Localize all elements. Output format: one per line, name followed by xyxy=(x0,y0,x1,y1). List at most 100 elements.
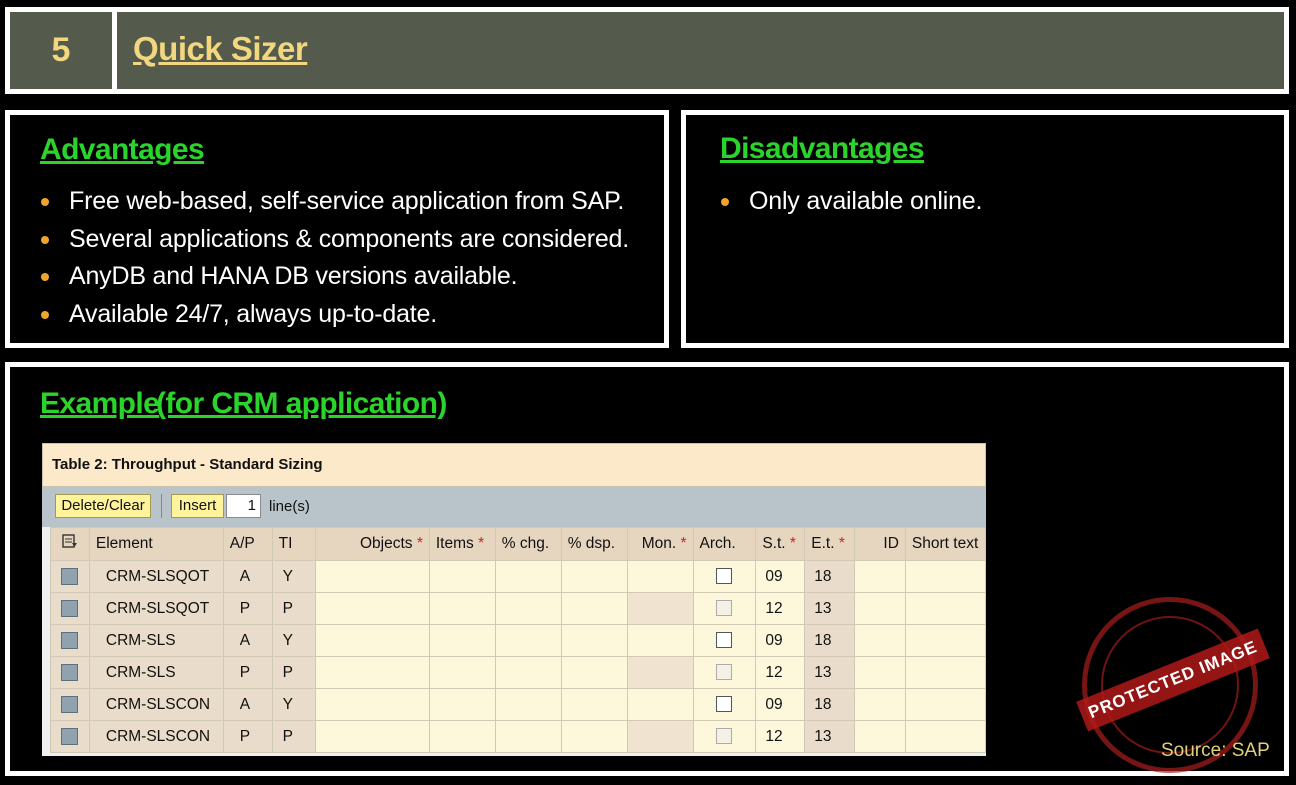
items-cell[interactable] xyxy=(428,720,496,753)
ti-cell: P xyxy=(271,720,317,753)
throughput-grid: Element A/P TI Objects * Items * % chg. … xyxy=(50,527,986,753)
pct-chg-cell[interactable] xyxy=(494,688,562,721)
end-time-cell[interactable]: 13 xyxy=(804,592,856,625)
pct-dsp-cell[interactable] xyxy=(560,656,628,689)
col-objects[interactable]: Objects * xyxy=(315,527,430,561)
insert-button[interactable]: Insert xyxy=(171,494,224,518)
element-cell: CRM-SLS xyxy=(88,656,224,689)
end-time-cell[interactable]: 18 xyxy=(804,688,856,721)
arch-cell[interactable] xyxy=(692,560,757,593)
objects-cell[interactable] xyxy=(315,592,430,625)
items-cell[interactable] xyxy=(428,560,496,593)
select-all-icon[interactable] xyxy=(50,527,90,561)
row-selector-icon[interactable] xyxy=(61,631,79,649)
col-short-text[interactable]: Short text xyxy=(904,527,986,561)
example-subtitle: (for CRM application) xyxy=(156,387,447,420)
arch-cell[interactable] xyxy=(692,624,757,657)
archive-checkbox[interactable] xyxy=(716,632,733,649)
end-time-cell[interactable]: 18 xyxy=(804,624,856,657)
short-text-cell[interactable] xyxy=(904,560,986,593)
header-row: Element A/P TI Objects * Items * % chg. … xyxy=(50,527,986,561)
pct-chg-cell[interactable] xyxy=(494,624,562,657)
objects-cell[interactable] xyxy=(315,560,430,593)
start-time-cell[interactable]: 09 xyxy=(755,624,806,657)
pct-dsp-cell[interactable] xyxy=(560,560,628,593)
pct-chg-cell[interactable] xyxy=(494,720,562,753)
pct-dsp-cell[interactable] xyxy=(560,688,628,721)
pct-dsp-cell[interactable] xyxy=(560,720,628,753)
items-cell[interactable] xyxy=(428,624,496,657)
ap-cell: A xyxy=(222,560,273,593)
col-pct-chg[interactable]: % chg. xyxy=(494,527,562,561)
row-selector-icon[interactable] xyxy=(61,695,79,713)
id-cell[interactable] xyxy=(854,688,906,721)
row-select[interactable] xyxy=(50,720,90,753)
items-cell[interactable] xyxy=(428,656,496,689)
row-selector-icon[interactable] xyxy=(61,727,79,745)
start-time-cell[interactable]: 12 xyxy=(755,720,806,753)
archive-checkbox[interactable] xyxy=(716,568,733,585)
arch-cell[interactable] xyxy=(692,688,757,721)
start-time-cell[interactable]: 09 xyxy=(755,560,806,593)
col-pct-dsp[interactable]: % dsp. xyxy=(560,527,628,561)
row-select[interactable] xyxy=(50,592,90,625)
pct-dsp-cell[interactable] xyxy=(560,624,628,657)
mon-cell xyxy=(626,656,694,689)
short-text-cell[interactable] xyxy=(904,656,986,689)
example-title: Example xyxy=(40,387,160,420)
objects-cell[interactable] xyxy=(315,656,430,689)
ap-cell: A xyxy=(222,688,273,721)
items-cell[interactable] xyxy=(428,688,496,721)
archive-checkbox xyxy=(716,728,733,745)
col-arch[interactable]: Arch. xyxy=(692,527,757,561)
short-text-cell[interactable] xyxy=(904,688,986,721)
items-cell[interactable] xyxy=(428,592,496,625)
id-cell[interactable] xyxy=(854,624,906,657)
col-st[interactable]: S.t. * xyxy=(755,527,806,561)
end-time-cell[interactable]: 13 xyxy=(804,720,856,753)
row-select[interactable] xyxy=(50,624,90,657)
row-select[interactable] xyxy=(50,688,90,721)
objects-cell[interactable] xyxy=(315,688,430,721)
id-cell[interactable] xyxy=(854,592,906,625)
mon-cell[interactable] xyxy=(626,688,694,721)
pct-dsp-cell[interactable] xyxy=(560,592,628,625)
objects-cell[interactable] xyxy=(315,720,430,753)
archive-checkbox[interactable] xyxy=(716,696,733,713)
short-text-cell[interactable] xyxy=(904,720,986,753)
row-selector-icon[interactable] xyxy=(61,567,79,585)
end-time-cell[interactable]: 18 xyxy=(804,560,856,593)
row-select[interactable] xyxy=(50,656,90,689)
start-time-cell[interactable]: 09 xyxy=(755,688,806,721)
end-time-cell[interactable]: 13 xyxy=(804,656,856,689)
page-title: Quick Sizer xyxy=(133,30,308,67)
short-text-cell[interactable] xyxy=(904,592,986,625)
row-selector-icon[interactable] xyxy=(61,599,79,617)
mon-cell[interactable] xyxy=(626,560,694,593)
delete-clear-button[interactable]: Delete/Clear xyxy=(55,494,151,518)
short-text-cell[interactable] xyxy=(904,624,986,657)
id-cell[interactable] xyxy=(854,656,906,689)
ti-cell: P xyxy=(271,592,317,625)
pct-chg-cell[interactable] xyxy=(494,592,562,625)
row-selector-icon[interactable] xyxy=(61,663,79,681)
col-element[interactable]: Element xyxy=(88,527,224,561)
start-time-cell[interactable]: 12 xyxy=(755,656,806,689)
start-time-cell[interactable]: 12 xyxy=(755,592,806,625)
col-mon[interactable]: Mon. * xyxy=(626,527,694,561)
lines-count-input[interactable]: 1 xyxy=(226,494,261,518)
id-cell[interactable] xyxy=(854,560,906,593)
mon-cell[interactable] xyxy=(626,624,694,657)
objects-cell[interactable] xyxy=(315,624,430,657)
col-items[interactable]: Items * xyxy=(428,527,496,561)
pct-chg-cell[interactable] xyxy=(494,656,562,689)
col-ap[interactable]: A/P xyxy=(222,527,273,561)
pct-chg-cell[interactable] xyxy=(494,560,562,593)
col-id[interactable]: ID xyxy=(854,527,906,561)
advantage-item: Several applications & components are co… xyxy=(41,221,629,259)
col-et[interactable]: E.t. * xyxy=(804,527,856,561)
id-cell[interactable] xyxy=(854,720,906,753)
row-select[interactable] xyxy=(50,560,90,593)
col-ti[interactable]: TI xyxy=(271,527,317,561)
title-bar: 5 Quick Sizer xyxy=(5,7,1289,94)
